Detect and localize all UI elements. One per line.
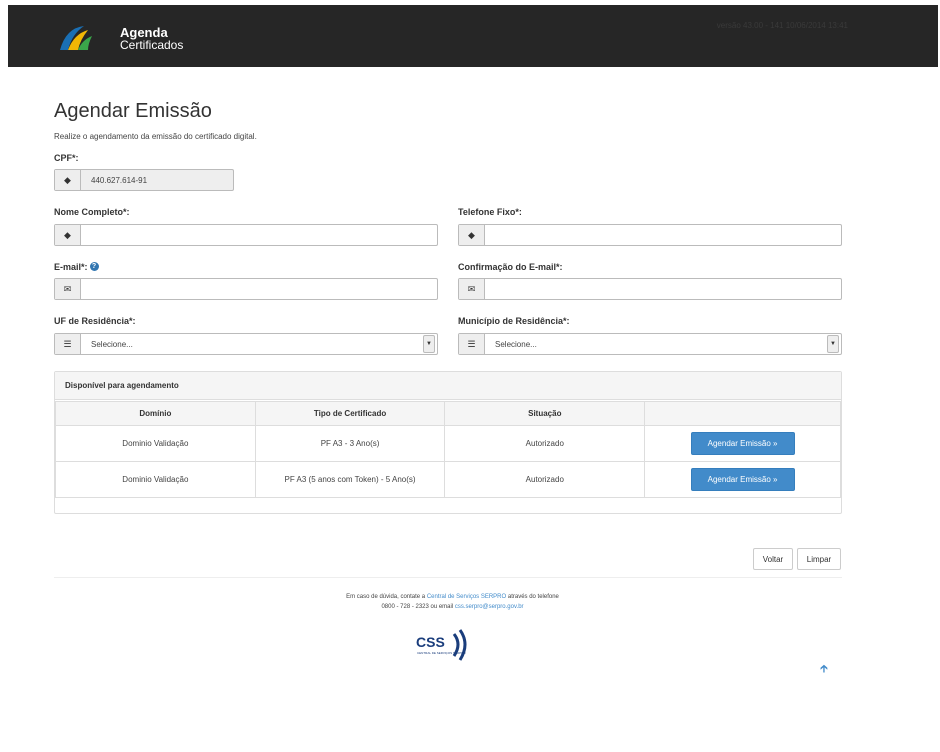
table-row: Dominio Validação PF A3 (5 anos com Toke… — [55, 461, 841, 498]
agendar-emissao-button[interactable]: Agendar Emissão » — [690, 468, 795, 491]
tag-icon: ◆ — [459, 225, 485, 245]
email-confirmation-field[interactable]: ✉ — [458, 278, 842, 300]
uf-label: UF de Residência*: — [54, 316, 136, 326]
email-label: E-mail*:? — [54, 262, 99, 272]
central-servicos-link[interactable]: Central de Serviços SERPRO — [427, 594, 506, 600]
tag-icon: ◆ — [55, 225, 81, 245]
municipio-select-value: Selecione... — [495, 339, 537, 349]
telefone-field[interactable]: ◆ — [458, 224, 842, 246]
agenda-logo-icon[interactable] — [58, 22, 94, 54]
table-header-row: Domínio Tipo de Certificado Situação — [55, 401, 841, 426]
version-label: versão 43.00 - 141 10/06/2014 13:41 — [716, 21, 848, 30]
css-logo-text: CSS — [416, 634, 445, 650]
telefone-label: Telefone Fixo*: — [458, 207, 522, 217]
uf-select-value: Selecione... — [91, 339, 133, 349]
uf-select[interactable]: ☰ Selecione... ▼ — [54, 333, 438, 355]
cell-situacao: Autorizado — [444, 461, 646, 498]
cell-tipo: PF A3 (5 anos com Token) - 5 Ano(s) — [254, 461, 446, 498]
table-row: Dominio Validação PF A3 - 3 Ano(s) Autor… — [55, 425, 841, 462]
cell-dominio: Dominio Validação — [55, 425, 256, 462]
voltar-button[interactable]: Voltar — [753, 548, 793, 570]
telefone-input[interactable] — [485, 225, 841, 245]
municipio-label: Município de Residência*: — [458, 316, 570, 326]
email-label-text: E-mail*: — [54, 262, 88, 272]
css-serpro-logo-icon: CSS CENTRAL DE SERVIÇOS SERPRO — [416, 629, 467, 661]
email-field[interactable]: ✉ — [54, 278, 438, 300]
email-link[interactable]: css.serpro@serpro.gov.br — [455, 604, 524, 610]
page-subtitle: Realize o agendamento da emissão do cert… — [54, 132, 257, 141]
municipio-select[interactable]: ☰ Selecione... ▼ — [458, 333, 842, 355]
nome-label: Nome Completo*: — [54, 207, 130, 217]
list-icon: ☰ — [55, 334, 81, 354]
email-input[interactable] — [81, 279, 437, 299]
dropdown-arrow-icon[interactable]: ▼ — [423, 335, 435, 353]
available-panel: Disponível para agendamento Domínio Tipo… — [54, 371, 842, 514]
email-confirmation-label: Confirmação do E-mail*: — [458, 262, 563, 272]
tag-icon: ◆ — [55, 170, 81, 190]
panel-title: Disponível para agendamento — [55, 372, 841, 400]
cpf-field: ◆ — [54, 169, 234, 191]
footer-divider — [54, 577, 842, 578]
column-header-action — [644, 401, 841, 426]
column-header-tipo: Tipo de Certificado — [254, 401, 446, 426]
page-title: Agendar Emissão — [54, 100, 212, 122]
css-logo-subtext: CENTRAL DE SERVIÇOS SERPRO — [417, 651, 466, 655]
cell-action: Agendar Emissão » — [644, 425, 841, 462]
nome-field[interactable]: ◆ — [54, 224, 438, 246]
list-icon: ☰ — [459, 334, 485, 354]
cpf-input — [81, 170, 233, 190]
footer-contact: Em caso de dúvida, contate a Central de … — [345, 592, 560, 612]
column-header-situacao: Situação — [444, 401, 646, 426]
limpar-button[interactable]: Limpar — [797, 548, 841, 570]
info-icon[interactable]: ? — [89, 262, 99, 271]
cell-situacao: Autorizado — [444, 425, 646, 462]
cell-dominio: Dominio Validação — [55, 461, 256, 498]
top-navbar: Agenda Certificados versão 43.00 - 141 1… — [8, 5, 938, 67]
cell-tipo: PF A3 - 3 Ano(s) — [254, 425, 446, 462]
footer-text-1: Em caso de dúvida, contate a — [346, 594, 427, 600]
certificates-table: Domínio Tipo de Certificado Situação Dom… — [55, 401, 841, 498]
brand-name[interactable]: Agenda Certificados — [120, 26, 184, 52]
cpf-label: CPF*: — [54, 153, 79, 163]
brand-line2: Certificados — [120, 38, 184, 52]
agendar-emissao-button[interactable]: Agendar Emissão » — [690, 432, 795, 455]
envelope-icon: ✉ — [55, 279, 81, 299]
email-confirmation-input[interactable] — [485, 279, 841, 299]
column-header-dominio: Domínio — [55, 401, 256, 426]
dropdown-arrow-icon[interactable]: ▼ — [827, 335, 839, 353]
envelope-icon: ✉ — [459, 279, 485, 299]
nome-input[interactable] — [81, 225, 437, 245]
back-to-top-icon[interactable]: 🡱 — [820, 660, 828, 679]
cell-action: Agendar Emissão » — [644, 461, 841, 498]
